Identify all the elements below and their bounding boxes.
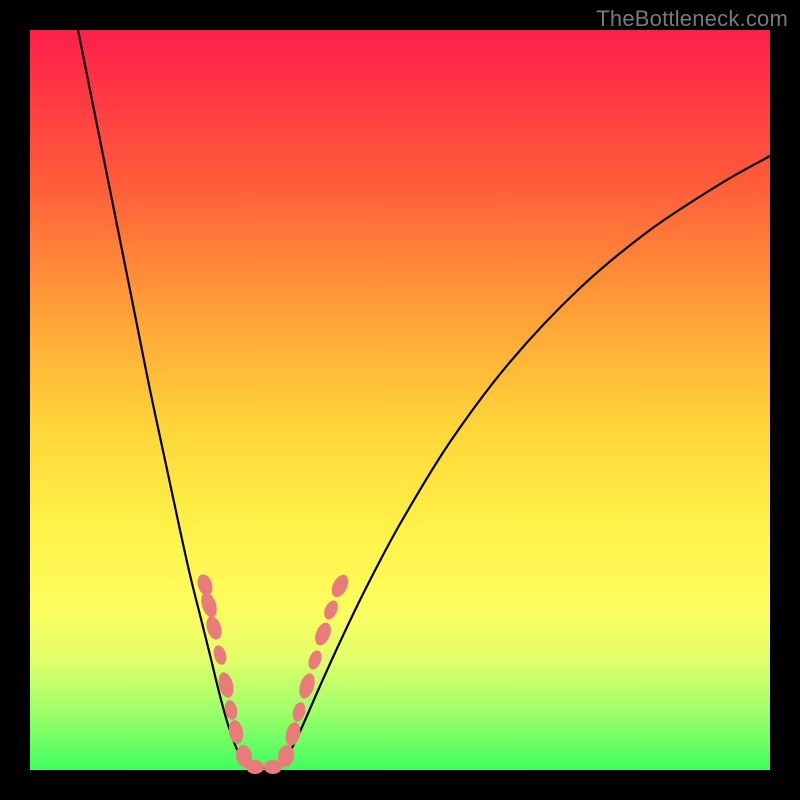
data-marker bbox=[211, 644, 228, 667]
data-marker bbox=[306, 649, 324, 672]
data-marker bbox=[321, 598, 340, 621]
data-marker bbox=[328, 572, 351, 600]
curve-right-branch bbox=[278, 156, 770, 768]
chart-svg bbox=[30, 30, 770, 770]
data-marker bbox=[198, 590, 219, 619]
data-marker bbox=[312, 620, 334, 647]
data-marker bbox=[246, 760, 264, 774]
data-marker bbox=[227, 719, 245, 745]
watermark-text: TheBottleneck.com bbox=[596, 6, 788, 32]
marker-group bbox=[195, 572, 352, 774]
data-marker bbox=[283, 721, 302, 748]
